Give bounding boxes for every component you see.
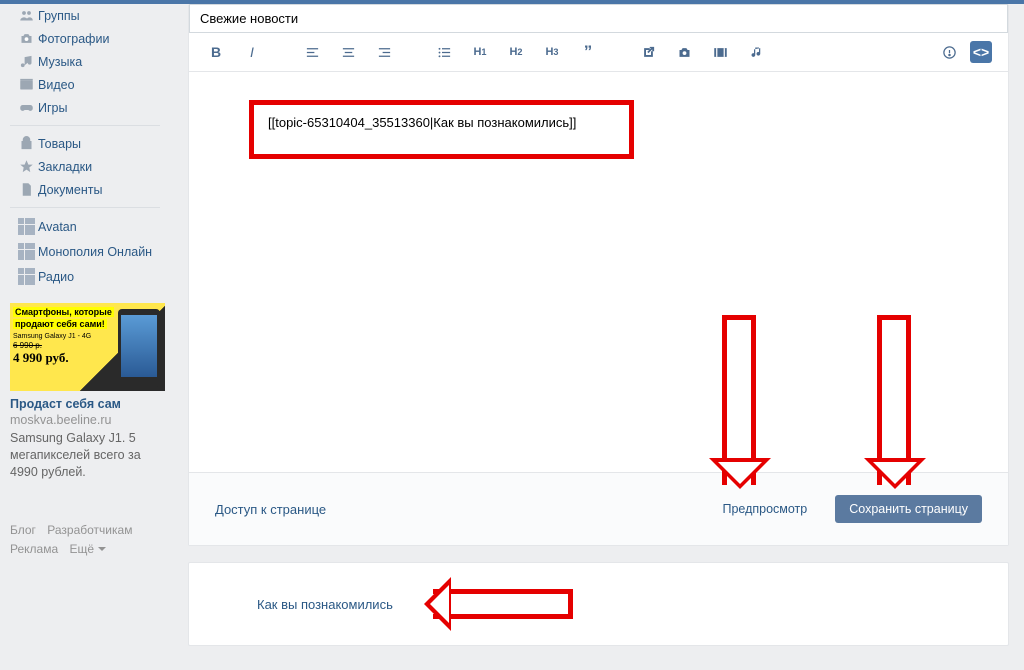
sidebar-label: Монополия Онлайн — [38, 245, 152, 259]
music-icon — [14, 54, 38, 69]
sidebar-label: Фотографии — [38, 32, 109, 46]
sidebar-label: Радио — [38, 270, 74, 284]
footer-more[interactable]: Ещё — [69, 542, 106, 556]
sidebar-label: Видео — [38, 78, 75, 92]
sidebar-label: Товары — [38, 137, 81, 151]
app-icon — [14, 268, 38, 285]
editor-toolbar: B I H1 H2 H3 ” — [189, 33, 1008, 72]
ad-title: Продаст себя сам — [10, 397, 165, 411]
sidebar-label: Документы — [38, 183, 102, 197]
footer-links: Блог Разработчикам Реклама Ещё — [8, 521, 168, 559]
align-left-button[interactable] — [301, 41, 323, 63]
ad-image: Смартфоны, которые продают себя сами! Sa… — [10, 303, 165, 391]
camera-icon — [14, 31, 38, 46]
app-icon — [14, 243, 38, 260]
h3-button[interactable]: H3 — [541, 41, 563, 63]
phone-image — [118, 309, 160, 387]
ad-line2: продают себя сами! — [13, 319, 107, 329]
sidebar-item-music[interactable]: Музыка — [8, 50, 168, 73]
sidebar-item-groups[interactable]: Группы — [8, 4, 168, 27]
footer-adv[interactable]: Реклама — [10, 542, 58, 556]
sidebar-label: Игры — [38, 101, 67, 115]
italic-button[interactable]: I — [241, 41, 263, 63]
footer-dev[interactable]: Разработчикам — [47, 523, 132, 537]
result-topic-link[interactable]: Как вы познакомились — [257, 597, 393, 612]
sidebar: Группы Фотографии Музыка Видео Игры То — [0, 4, 168, 670]
ad-line1: Смартфоны, которые — [13, 307, 114, 317]
bold-button[interactable]: B — [205, 41, 227, 63]
video-button[interactable] — [709, 41, 731, 63]
video-icon — [14, 77, 38, 92]
quote-button[interactable]: ” — [577, 41, 599, 63]
sidebar-item-market[interactable]: Товары — [8, 132, 168, 155]
divider — [10, 125, 160, 126]
sidebar-label: Avatan — [38, 220, 77, 234]
sidebar-label: Закладки — [38, 160, 92, 174]
bag-icon — [14, 136, 38, 151]
result-panel: Как вы познакомились — [188, 562, 1009, 646]
help-button[interactable] — [938, 41, 960, 63]
list-button[interactable] — [433, 41, 455, 63]
page-title-input[interactable]: Свежие новости — [189, 4, 1008, 33]
align-center-button[interactable] — [337, 41, 359, 63]
editor-area[interactable]: [[topic-65310404_35513360|Как вы познако… — [189, 72, 1008, 472]
main-content: Свежие новости B I H1 H2 H3 ” — [168, 4, 1024, 670]
ad-url: moskva.beeline.ru — [10, 413, 165, 427]
sidebar-item-documents[interactable]: Документы — [8, 178, 168, 201]
sidebar-item-games[interactable]: Игры — [8, 96, 168, 119]
sidebar-item-videos[interactable]: Видео — [8, 73, 168, 96]
align-right-button[interactable] — [373, 41, 395, 63]
sidebar-item-avatan[interactable]: Avatan — [8, 214, 168, 239]
groups-icon — [14, 8, 38, 23]
code-mode-button[interactable]: <> — [970, 41, 992, 63]
sidebar-label: Музыка — [38, 55, 82, 69]
star-icon — [14, 159, 38, 174]
sidebar-label: Группы — [38, 9, 80, 23]
sidebar-item-monopoly[interactable]: Монополия Онлайн — [8, 239, 168, 264]
photo-button[interactable] — [673, 41, 695, 63]
highlighted-code-box: [[topic-65310404_35513360|Как вы познако… — [249, 100, 634, 159]
annotation-arrow-1 — [722, 315, 756, 485]
ad-old-price: 6 990 р. — [13, 341, 42, 350]
annotation-arrow-2 — [877, 315, 911, 485]
sidebar-item-photos[interactable]: Фотографии — [8, 27, 168, 50]
sidebar-item-radio[interactable]: Радио — [8, 264, 168, 289]
ad-price: 4 990 руб. — [13, 350, 69, 365]
ad-model: Samsung Galaxy J1 - 4G — [13, 333, 91, 340]
link-button[interactable] — [637, 41, 659, 63]
page-access-link[interactable]: Доступ к странице — [215, 502, 326, 517]
document-icon — [14, 182, 38, 197]
sidebar-item-bookmarks[interactable]: Закладки — [8, 155, 168, 178]
editor-panel: Свежие новости B I H1 H2 H3 ” — [188, 4, 1009, 546]
ad-description: Samsung Galaxy J1. 5 мегапикселей всего … — [10, 430, 165, 481]
h2-button[interactable]: H2 — [505, 41, 527, 63]
divider — [10, 207, 160, 208]
gamepad-icon — [14, 100, 38, 115]
wiki-code-text: [[topic-65310404_35513360|Как вы познако… — [268, 115, 576, 130]
audio-button[interactable] — [745, 41, 767, 63]
app-icon — [14, 218, 38, 235]
h1-button[interactable]: H1 — [469, 41, 491, 63]
annotation-arrow-3 — [433, 589, 573, 619]
footer-blog[interactable]: Блог — [10, 523, 36, 537]
ad-block[interactable]: Смартфоны, которые продают себя сами! Sa… — [10, 303, 165, 481]
